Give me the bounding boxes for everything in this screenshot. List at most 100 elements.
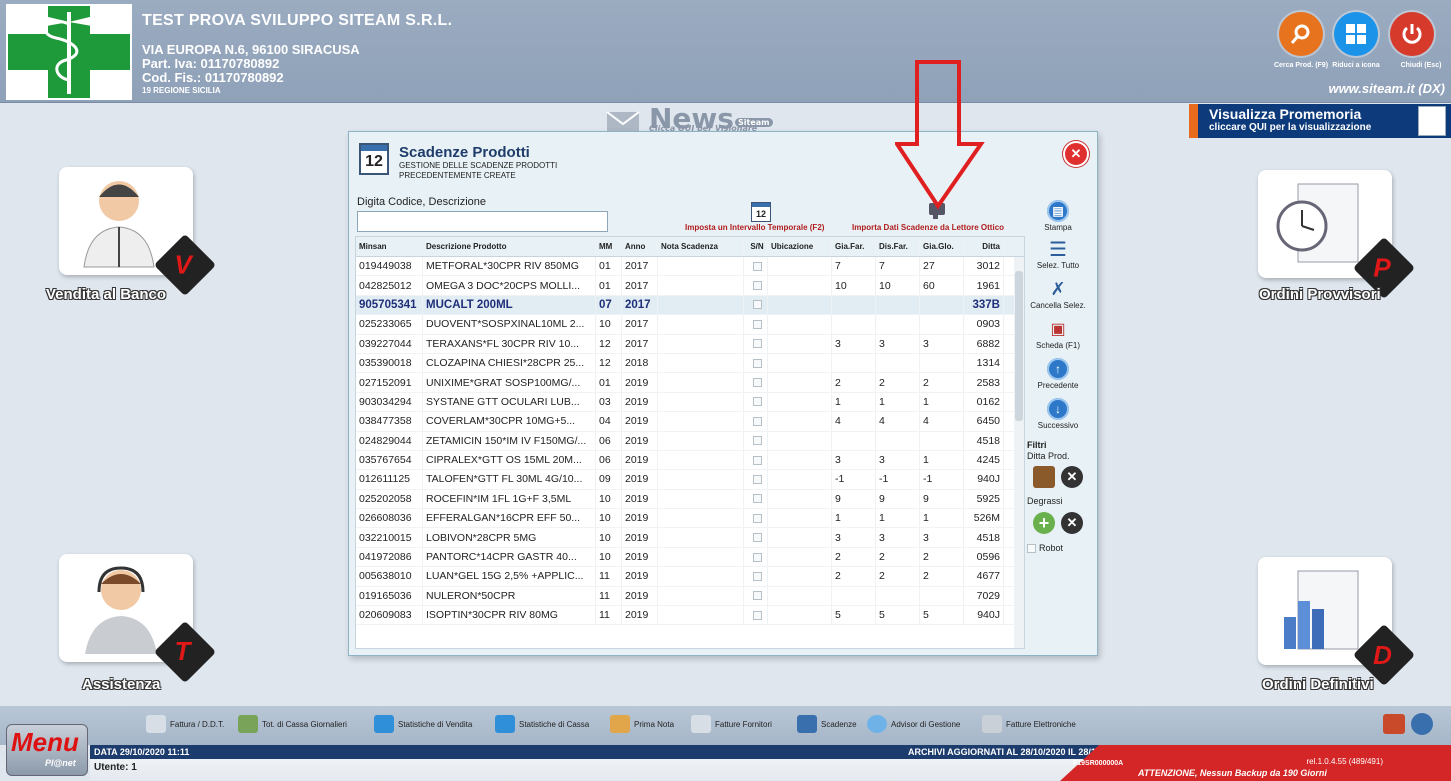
cell-sn[interactable]: [744, 450, 768, 470]
col-mm[interactable]: MM: [596, 237, 622, 256]
help-globe-icon[interactable]: [1411, 713, 1433, 735]
cell-sn[interactable]: [744, 567, 768, 586]
col-minsan[interactable]: Minsan: [356, 237, 423, 256]
row-checkbox[interactable]: [752, 397, 762, 407]
add-filter-icon[interactable]: +: [1033, 512, 1055, 534]
cell-sn[interactable]: [744, 353, 768, 373]
clear-degrassi-filter-icon[interactable]: ✕: [1061, 512, 1083, 534]
tile-vendita-banco[interactable]: V: [59, 167, 217, 297]
clear-ditta-filter-icon[interactable]: ✕: [1061, 466, 1083, 488]
tile-assistenza[interactable]: T: [59, 554, 217, 684]
row-checkbox[interactable]: [752, 261, 762, 271]
robot-checkbox-box[interactable]: [1027, 543, 1036, 553]
next-button[interactable]: ↓ Successivo: [1027, 398, 1089, 430]
tb-prima-nota[interactable]: Prima Nota: [610, 712, 674, 736]
row-checkbox[interactable]: [752, 455, 762, 465]
col-ubicazione[interactable]: Ubicazione: [768, 237, 832, 256]
row-checkbox[interactable]: [752, 591, 762, 601]
table-row[interactable]: 035767654 CIPRALEX*GTT OS 15ML 20M... 06 20…: [356, 450, 1024, 471]
table-row[interactable]: 005638010 LUAN*GEL 15G 2,5% +APPLIC... 11 2…: [356, 567, 1024, 587]
row-checkbox[interactable]: [752, 300, 762, 310]
table-row[interactable]: 905705341 MUCALT 200ML 07 2017 337B: [356, 295, 1024, 316]
cell-sn[interactable]: [744, 547, 768, 567]
company-filter-icon[interactable]: [1033, 466, 1055, 488]
row-checkbox[interactable]: [752, 571, 762, 581]
table-row[interactable]: 020609083 ISOPTIN*30CPR RIV 80MG 11 2019 5 5 5…: [356, 606, 1024, 626]
col-descrizione[interactable]: Descrizione Prodotto: [423, 237, 596, 256]
calendar-interval-icon[interactable]: 12: [751, 202, 771, 222]
robot-checkbox[interactable]: Robot: [1027, 543, 1063, 553]
search-product-button[interactable]: [1279, 12, 1323, 56]
cell-sn[interactable]: [744, 276, 768, 295]
col-anno[interactable]: Anno: [622, 237, 658, 256]
row-checkbox[interactable]: [752, 319, 762, 329]
cell-sn[interactable]: [744, 392, 768, 412]
tile-label-definitivi[interactable]: Ordini Definitivi: [1262, 676, 1374, 693]
cell-sn[interactable]: [744, 257, 768, 276]
col-sn[interactable]: S/N: [744, 237, 768, 256]
table-row[interactable]: 025233065 DUOVENT*SOSPXINAL10ML 2... 10 201…: [356, 315, 1024, 335]
tb-fatture-fornitori[interactable]: Fatture Fornitori: [691, 712, 772, 736]
cell-sn[interactable]: [744, 586, 768, 606]
col-nota[interactable]: Nota Scadenza: [658, 237, 744, 256]
row-checkbox[interactable]: [752, 358, 762, 368]
table-row[interactable]: 035390018 CLOZAPINA CHIESI*28CPR 25... 12 2…: [356, 353, 1024, 374]
col-gia-far[interactable]: Gia.Far.: [832, 237, 876, 256]
table-row[interactable]: 019165036 NULERON*50CPR 11 2019 7029: [356, 586, 1024, 607]
table-row[interactable]: 041972086 PANTORC*14CPR GASTR 40... 10 2019…: [356, 547, 1024, 568]
table-row[interactable]: 042825012 OMEGA 3 DOC*20CPS MOLLI... 01 201…: [356, 276, 1024, 296]
tb-stat-cassa[interactable]: Statistiche di Cassa: [495, 712, 589, 736]
table-row[interactable]: 019449038 METFORAL*30CPR RIV 850MG 01 2017 7…: [356, 257, 1024, 277]
col-gia-glo[interactable]: Gia.Glo.: [920, 237, 964, 256]
cell-sn[interactable]: [744, 470, 768, 489]
col-dis-far[interactable]: Dis.Far.: [876, 237, 920, 256]
main-menu-button[interactable]: Menu Pl@net: [6, 724, 88, 776]
cell-sn[interactable]: [744, 315, 768, 334]
tb-fattura[interactable]: Fattura / D.D.T.: [146, 712, 224, 736]
reminder-banner[interactable]: Visualizza Promemoria cliccare QUI per l…: [1189, 104, 1451, 138]
cell-sn[interactable]: [744, 509, 768, 528]
previous-button[interactable]: ↑ Precedente: [1027, 358, 1089, 390]
calendar-shortcut-icon[interactable]: [1383, 714, 1405, 734]
row-checkbox[interactable]: [752, 436, 762, 446]
cell-sn[interactable]: [744, 334, 768, 353]
row-checkbox[interactable]: [752, 610, 762, 620]
tile-label-vendita[interactable]: Vendita al Banco: [46, 286, 166, 303]
cell-sn[interactable]: [744, 295, 768, 315]
tb-advisor[interactable]: Advisor di Gestione: [867, 712, 960, 736]
website-link[interactable]: www.siteam.it (DX): [1328, 81, 1445, 96]
row-checkbox[interactable]: [752, 281, 762, 291]
scrollbar-thumb[interactable]: [1015, 271, 1023, 421]
tile-ordini-definitivi[interactable]: D: [1258, 557, 1416, 687]
close-dialog-button[interactable]: ✕: [1065, 143, 1087, 165]
close-app-button[interactable]: [1390, 12, 1434, 56]
row-checkbox[interactable]: [752, 552, 762, 562]
tile-ordini-provvisori[interactable]: P: [1258, 170, 1416, 300]
row-checkbox[interactable]: [752, 416, 762, 426]
row-checkbox[interactable]: [752, 378, 762, 388]
table-row[interactable]: 024829044 ZETAMICIN 150*IM IV F150MG/... 0…: [356, 431, 1024, 451]
row-checkbox[interactable]: [752, 474, 762, 484]
row-checkbox[interactable]: [752, 513, 762, 523]
cell-sn[interactable]: [744, 489, 768, 509]
cell-sn[interactable]: [744, 606, 768, 625]
tile-label-assistenza[interactable]: Assistenza: [82, 676, 160, 693]
table-row[interactable]: 032210015 LOBIVON*28CPR 5MG 10 2019 3 3 3 4518: [356, 528, 1024, 548]
tile-label-provvisori[interactable]: Ordini Provvisori: [1259, 286, 1381, 303]
table-scrollbar[interactable]: [1014, 257, 1024, 648]
table-row[interactable]: 903034294 SYSTANE GTT OCULARI LUB... 03 201…: [356, 392, 1024, 413]
clear-selection-button[interactable]: ✗ Cancella Selez.: [1027, 278, 1089, 311]
tb-scadenze[interactable]: Scadenze: [797, 712, 857, 736]
col-ditta[interactable]: Ditta: [964, 237, 1004, 256]
print-button[interactable]: ▤ Stampa: [1027, 200, 1089, 232]
set-interval-link[interactable]: Imposta un Intervallo Temporale (F2): [685, 223, 824, 232]
search-input[interactable]: [357, 211, 608, 232]
table-row[interactable]: 026608036 EFFERALGAN*16CPR EFF 50... 10 201…: [356, 509, 1024, 529]
table-row[interactable]: 012611125 TALOFEN*GTT FL 30ML 4G/10... 09 2…: [356, 470, 1024, 490]
tb-tot-cassa[interactable]: Tot. di Cassa Giornalieri: [238, 712, 347, 736]
table-row[interactable]: 039227044 TERAXANS*FL 30CPR RIV 10... 12 20…: [356, 334, 1024, 354]
row-checkbox[interactable]: [752, 533, 762, 543]
cell-sn[interactable]: [744, 412, 768, 431]
row-checkbox[interactable]: [752, 494, 762, 504]
tb-stat-vendita[interactable]: Statistiche di Vendita: [374, 712, 472, 736]
